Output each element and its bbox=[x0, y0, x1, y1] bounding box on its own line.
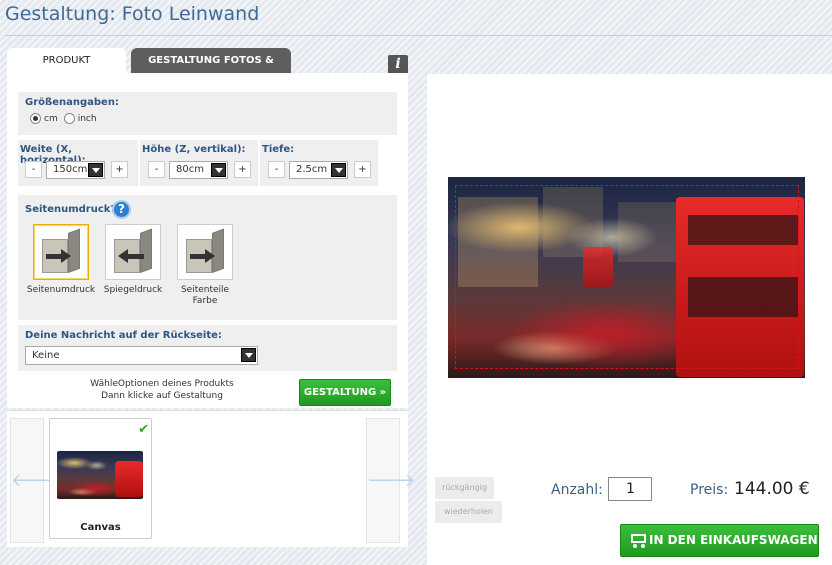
size-units-label: Größenangaben: bbox=[25, 97, 119, 108]
price-value: 144.00 € bbox=[734, 479, 810, 499]
carousel-next-button[interactable]: 🡒 bbox=[366, 418, 415, 543]
height-value: 80cm bbox=[176, 164, 204, 175]
cart-icon bbox=[628, 532, 648, 548]
height-label: Höhe (Z, vertikal): bbox=[142, 144, 246, 155]
option-seitenumdruck-label: Seitenumdruck bbox=[26, 285, 96, 295]
add-to-cart-label: IN DEN EINKAUFSWAGEN bbox=[649, 533, 818, 547]
option-seitenumdruck[interactable] bbox=[33, 224, 89, 280]
side-print-label: Seitenumdruck?: bbox=[25, 204, 121, 215]
info-icon[interactable]: i bbox=[388, 55, 408, 74]
unit-cm-label: cm bbox=[44, 113, 58, 124]
product-card-canvas[interactable]: ✔ Canvas bbox=[49, 418, 152, 539]
product-card-label: Canvas bbox=[80, 522, 121, 533]
depth-select[interactable]: 2.5cm bbox=[289, 161, 348, 179]
option-spiegeldruck[interactable] bbox=[105, 224, 161, 280]
back-message-value: Keine bbox=[32, 350, 60, 361]
hint-text: WähleOptionen deines Produkts Dann klick… bbox=[77, 378, 247, 402]
unit-cm-radio[interactable] bbox=[30, 113, 41, 124]
carousel-prev-button[interactable]: 🡐 bbox=[10, 418, 59, 543]
help-icon[interactable]: ? bbox=[112, 200, 131, 219]
undo-button[interactable]: rückgängig bbox=[435, 477, 494, 499]
quantity-label: Anzahl: bbox=[551, 482, 603, 498]
option-seitenteile-farbe[interactable] bbox=[177, 224, 233, 280]
chevron-down-icon bbox=[88, 163, 103, 177]
depth-value: 2.5cm bbox=[296, 164, 328, 175]
add-to-cart-button[interactable]: IN DEN EINKAUFSWAGEN bbox=[620, 524, 819, 557]
height-control: Höhe (Z, vertikal): - 80cm + bbox=[140, 140, 258, 186]
height-plus-button[interactable]: + bbox=[234, 161, 251, 178]
tab-produkt-optionen[interactable]: PRODUKT OPTIONEN bbox=[7, 48, 126, 91]
side-print-wrap-icon bbox=[42, 228, 82, 273]
gestaltung-button[interactable]: GESTALTUNG » bbox=[299, 379, 391, 406]
depth-plus-button[interactable]: + bbox=[354, 161, 371, 178]
height-select[interactable]: 80cm bbox=[169, 161, 228, 179]
chevron-down-icon bbox=[241, 348, 256, 362]
redo-button[interactable]: wiederholen bbox=[435, 501, 502, 523]
tab-gestaltung-fotos-text[interactable]: GESTALTUNG FOTOS & TEXT bbox=[131, 48, 291, 91]
side-print-mirror-icon bbox=[114, 228, 154, 273]
preview-panel: rückgängig wiederholen Anzahl: 1 Preis: … bbox=[427, 74, 832, 565]
option-seitenteile-farbe-label: Seitenteile Farbe bbox=[180, 285, 230, 306]
size-units-section: Größenangaben: cm inch bbox=[18, 92, 397, 135]
canvas-thumbnail bbox=[57, 451, 143, 499]
width-control: Weite (X, horizontal): - 150cm + bbox=[18, 140, 138, 186]
width-minus-button[interactable]: - bbox=[25, 161, 42, 178]
option-spiegeldruck-label: Spiegeldruck bbox=[103, 285, 163, 295]
product-options-panel: Größenangaben: cm inch Weite (X, horizon… bbox=[7, 73, 408, 408]
chevron-down-icon bbox=[331, 163, 346, 177]
depth-minus-button[interactable]: - bbox=[268, 161, 285, 178]
quantity-input[interactable]: 1 bbox=[608, 477, 652, 501]
arrow-right-icon: 🡒 bbox=[367, 470, 416, 491]
width-value: 150cm bbox=[53, 164, 88, 175]
back-message-section: Deine Nachricht auf der Rückseite: Keine bbox=[18, 325, 397, 371]
chevron-down-icon bbox=[211, 163, 226, 177]
width-plus-button[interactable]: + bbox=[111, 161, 128, 178]
side-print-section: Seitenumdruck?: ? Seitenumdruck Spiegeld… bbox=[18, 195, 397, 320]
depth-control: Tiefe: - 2.5cm + bbox=[260, 140, 378, 186]
check-icon: ✔ bbox=[138, 422, 149, 437]
back-message-select[interactable]: Keine bbox=[25, 346, 258, 365]
unit-inch-label: inch bbox=[77, 113, 97, 124]
depth-label: Tiefe: bbox=[262, 144, 295, 155]
back-message-label: Deine Nachricht auf der Rückseite: bbox=[25, 330, 222, 341]
hint-line-2: Dann klicke auf Gestaltung bbox=[101, 391, 223, 401]
page-title: Gestaltung: Foto Leinwand bbox=[5, 3, 260, 25]
price-label: Preis: bbox=[690, 482, 729, 498]
title-divider bbox=[5, 35, 832, 36]
height-minus-button[interactable]: - bbox=[148, 161, 165, 178]
product-carousel: 🡐 ✔ Canvas 🡒 bbox=[7, 410, 415, 547]
hint-line-1: WähleOptionen deines Produkts bbox=[90, 379, 234, 389]
width-select[interactable]: 150cm bbox=[46, 161, 105, 179]
side-print-color-icon bbox=[186, 228, 226, 273]
unit-inch-radio[interactable] bbox=[63, 113, 75, 124]
canvas-preview-image bbox=[448, 177, 805, 378]
unit-radio-group: cm inch bbox=[30, 113, 103, 124]
